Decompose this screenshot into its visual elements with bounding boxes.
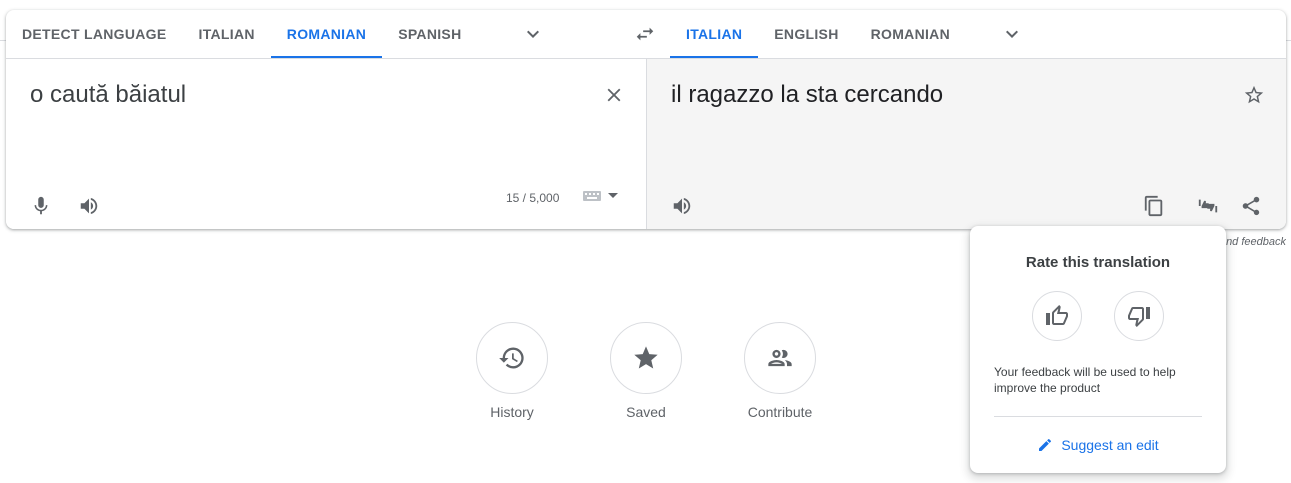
share-icon [1242, 196, 1260, 216]
caret-down-icon [608, 193, 618, 198]
contribute-button[interactable] [744, 322, 816, 394]
swap-icon [636, 27, 654, 41]
swap-languages-button[interactable] [627, 16, 663, 52]
feedback-note: Your feedback will be used to help impro… [994, 365, 1176, 395]
thumb-up-icon [1046, 305, 1068, 325]
save-translation-button[interactable] [1236, 77, 1272, 113]
copy-translation-button[interactable] [1136, 188, 1172, 224]
saved-shortcut[interactable]: Saved [610, 322, 682, 420]
suggest-edit-label: Suggest an edit [1061, 437, 1159, 453]
source-more-languages-button[interactable] [513, 10, 553, 58]
rate-translation-popup: Rate this translation Your feedback will… [970, 226, 1226, 473]
pencil-icon [1039, 438, 1052, 451]
target-pane: il ragazzo la sta cercando [646, 59, 1286, 229]
saved-button[interactable] [610, 322, 682, 394]
people-icon [768, 349, 792, 367]
tab-source-spanish[interactable]: SPANISH [382, 10, 477, 58]
character-count: 15 / 5,000 [506, 191, 560, 205]
history-label: History [490, 404, 534, 420]
translation-output: il ragazzo la sta cercando [671, 81, 944, 108]
history-icon [499, 347, 524, 369]
source-input[interactable]: o caută băiatul [30, 81, 186, 109]
target-more-languages-button[interactable] [992, 10, 1032, 58]
history-shortcut[interactable]: History [476, 322, 548, 420]
saved-label: Saved [626, 404, 666, 420]
suggest-edit-button[interactable]: Suggest an edit [970, 437, 1226, 453]
tab-target-romanian[interactable]: ROMANIAN [855, 10, 966, 58]
listen-translation-button[interactable] [664, 188, 700, 224]
history-button[interactable] [476, 322, 548, 394]
translate-card: DETECT LANGUAGE ITALIAN ROMANIAN SPANISH… [6, 10, 1286, 229]
contribute-label: Contribute [747, 404, 813, 420]
tab-source-romanian[interactable]: ROMANIAN [270, 10, 383, 58]
popup-title: Rate this translation [1025, 254, 1171, 271]
thumbs-rate-icon [1198, 199, 1218, 213]
star-icon [1244, 85, 1264, 104]
speaker-icon [80, 197, 98, 215]
chevron-down-icon [527, 30, 540, 38]
input-tools-button[interactable] [582, 189, 618, 203]
keyboard-icon [583, 191, 601, 201]
clear-source-button[interactable] [596, 77, 632, 113]
good-translation-button[interactable] [1032, 291, 1082, 341]
mic-icon [34, 196, 48, 215]
chevron-down-icon [1006, 30, 1019, 38]
source-pane: o caută băiatul 15 / 5,000 [6, 59, 646, 229]
target-language-bar: ITALIAN ENGLISH ROMANIAN [670, 10, 1032, 58]
tab-source-detect[interactable]: DETECT LANGUAGE [6, 10, 183, 58]
saved-star-icon [634, 346, 658, 369]
copy-icon [1144, 195, 1163, 217]
tab-target-italian[interactable]: ITALIAN [670, 10, 759, 58]
popup-divider [994, 416, 1202, 417]
poor-translation-button[interactable] [1114, 291, 1164, 341]
contribute-shortcut[interactable]: Contribute [744, 322, 816, 420]
listen-source-button[interactable] [71, 188, 107, 224]
speaker-icon [673, 197, 691, 215]
share-translation-button[interactable] [1233, 188, 1269, 224]
tab-source-italian[interactable]: ITALIAN [183, 10, 271, 58]
thumb-down-icon [1128, 307, 1150, 327]
tab-target-english[interactable]: ENGLISH [758, 10, 854, 58]
source-language-bar: DETECT LANGUAGE ITALIAN ROMANIAN SPANISH [6, 10, 553, 58]
close-icon [607, 88, 621, 102]
rate-translation-button[interactable] [1190, 188, 1226, 224]
voice-input-button[interactable] [23, 188, 59, 224]
